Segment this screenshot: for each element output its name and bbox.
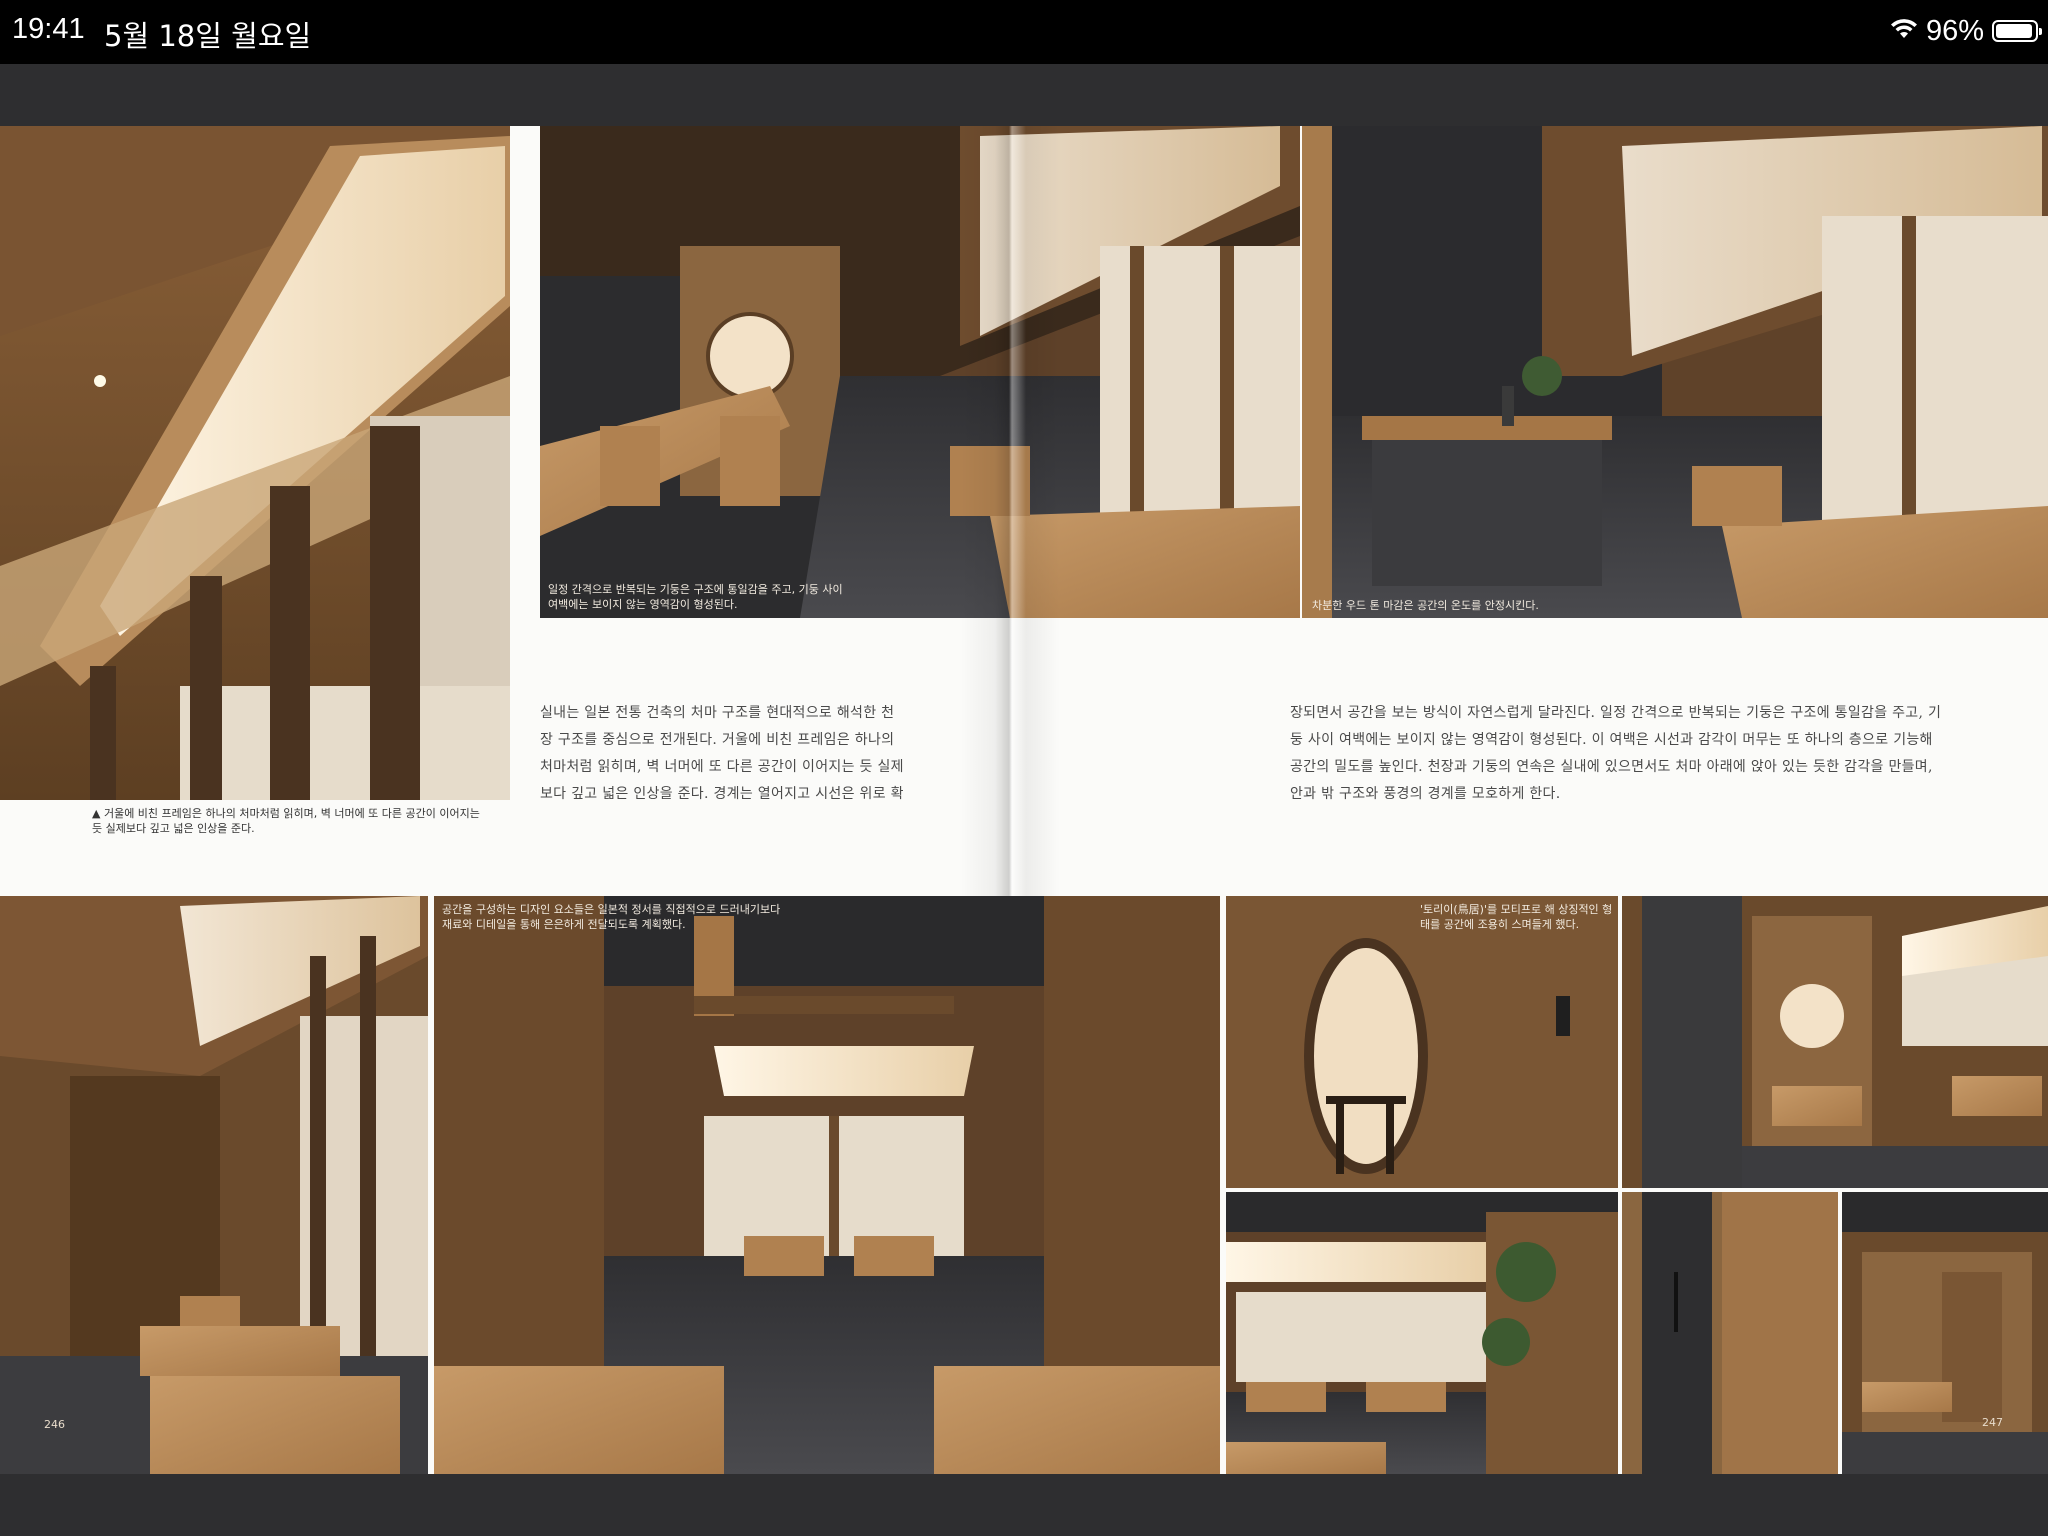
body-line: 장 구조를 중심으로 전개된다. 거울에 비친 프레임은 하나의	[540, 732, 895, 748]
body-line: 처마처럼 읽히며, 벽 너머에 또 다른 공간이 이어지는 듯 실제	[540, 759, 904, 775]
status-indicators: 96%	[1890, 13, 2042, 49]
reader-toolbar[interactable]	[0, 64, 2048, 126]
reader-bottom-bar[interactable]	[0, 1474, 2048, 1536]
status-bar: 19:41 5월 18일 월요일 96%	[0, 0, 2048, 64]
photo-oval-mirror-torii	[1226, 896, 1618, 1188]
photo-ceiling-reflection	[0, 126, 510, 800]
page-number-left: 246	[44, 1418, 65, 1431]
photo-dining-plant	[1226, 1192, 1618, 1474]
wifi-icon	[1890, 15, 1918, 48]
body-line: 장되면서 공간을 보는 방식이 자연스럽게 달라진다. 일정 간격으로 반복되는…	[1290, 705, 1942, 721]
photo-round-mirror-dining	[1622, 896, 2048, 1188]
body-line: 보다 깊고 넓은 인상을 준다. 경계는 열어지고 시선은 위로 확	[540, 786, 904, 802]
battery-icon	[1992, 20, 2042, 42]
status-time: 19:41	[12, 13, 85, 45]
body-line: 안과 밖 구조와 풍경의 경계를 모호하게 한다.	[1290, 786, 1561, 802]
photo-dining-round-mirror	[540, 126, 1300, 618]
body-line: 실내는 일본 전통 건축의 처마 구조를 현대적으로 해석한 천	[540, 705, 895, 721]
page-gutter-shadow	[960, 126, 1060, 896]
page-number-right: 247	[1982, 1416, 2003, 1429]
body-text-right: 장되면서 공간을 보는 방식이 자연스럽게 달라진다. 일정 간격으로 반복되는…	[1290, 700, 2020, 808]
status-date: 5월 18일 월요일	[104, 19, 312, 53]
photo-private-dining	[434, 896, 1220, 1474]
body-line: 공간의 밀도를 높인다. 천장과 기둥의 연속은 실내에 있으면서도 처마 아래…	[1290, 759, 1933, 775]
caption-bottom-middle: 공간을 구성하는 디자인 요소들은 일본적 정서를 직접적으로 드러내기보다 재…	[442, 903, 781, 931]
photo-small-private-room	[1842, 1192, 2048, 1474]
battery-percentage: 96%	[1925, 14, 1984, 47]
photo-long-dining-hall	[0, 896, 428, 1474]
body-line: 둥 사이 여백에는 보이지 않는 영역감이 형성된다. 이 여백은 시선과 감각…	[1290, 732, 1933, 748]
caption-bottom-right: '토리이(鳥居)'를 모티프로 해 상징적인 형태를 공간에 조용히 스며들게 …	[1420, 903, 1613, 931]
magazine-spread[interactable]: ▲ 거울에 비친 프레임은 하나의 처마처럼 읽히며, 벽 너머에 또 다른 공…	[0, 126, 2048, 1474]
caption-top-left: ▲ 거울에 비친 프레임은 하나의 처마처럼 읽히며, 벽 너머에 또 다른 공…	[92, 807, 480, 835]
photo-reception-counter	[1302, 126, 2048, 618]
caption-top-right: 차분한 우드 톤 마감은 공간의 온도를 안정시킨다.	[1312, 599, 1539, 612]
body-text-left: 실내는 일본 전통 건축의 처마 구조를 현대적으로 해석한 천 장 구조를 중…	[540, 700, 940, 808]
photo-dark-niche	[1622, 1192, 1838, 1474]
battery-level-fill	[1996, 24, 2033, 38]
caption-top-middle: 일정 간격으로 반복되는 기둥은 구조에 통일감을 주고, 기둥 사이 여백에는…	[548, 583, 843, 611]
